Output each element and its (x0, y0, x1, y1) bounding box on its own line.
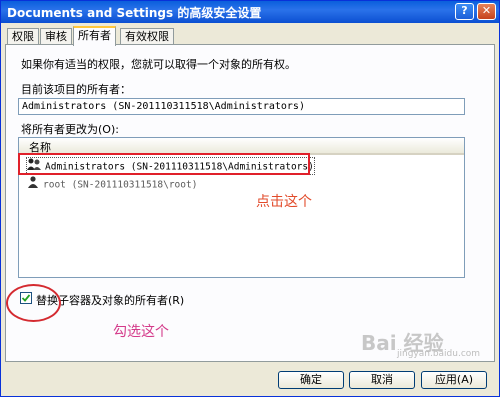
close-icon: ✕ (481, 4, 492, 17)
cancel-button[interactable]: 取消 (349, 371, 415, 389)
security-settings-dialog: Documents and Settings 的高级安全设置 ? ✕ 权限 审核… (0, 0, 500, 397)
tab-owner[interactable]: 所有者 (73, 26, 116, 46)
window-title: Documents and Settings 的高级安全设置 (7, 6, 262, 20)
current-owner-label: 目前该项目的所有者： (21, 83, 131, 96)
close-button[interactable]: ✕ (477, 3, 496, 20)
highlight-circle (6, 284, 61, 322)
watermark: Bai 经验 jingyan.baidu.com (361, 327, 480, 359)
user-icon (27, 176, 39, 194)
tab-auditing[interactable]: 审核 (40, 28, 72, 44)
list-item-root[interactable]: root (SN-201110311518\root) (27, 176, 197, 192)
current-owner-field[interactable]: Administrators (SN-201110311518\Administ… (18, 98, 465, 115)
change-owner-label: 将所有者更改为(O): (21, 123, 119, 136)
watermark-url: jingyan.baidu.com (397, 349, 481, 359)
tab-effective-permissions[interactable]: 有效权限 (120, 28, 174, 44)
intro-text: 如果你有适当的权限，您就可以取得一个对象的所有权。 (21, 58, 296, 71)
ok-button[interactable]: 确定 (278, 371, 344, 389)
annotation-click-this: 点击这个 (256, 194, 312, 210)
apply-button[interactable]: 应用(A) (421, 371, 487, 389)
help-button[interactable]: ? (455, 3, 474, 20)
list-item-label: root (SN-201110311518\root) (43, 179, 198, 191)
tab-permissions[interactable]: 权限 (7, 28, 39, 44)
title-bar: Documents and Settings 的高级安全设置 ? ✕ (1, 1, 499, 23)
annotation-check-this: 勾选这个 (113, 324, 169, 340)
highlight-box (18, 153, 310, 175)
